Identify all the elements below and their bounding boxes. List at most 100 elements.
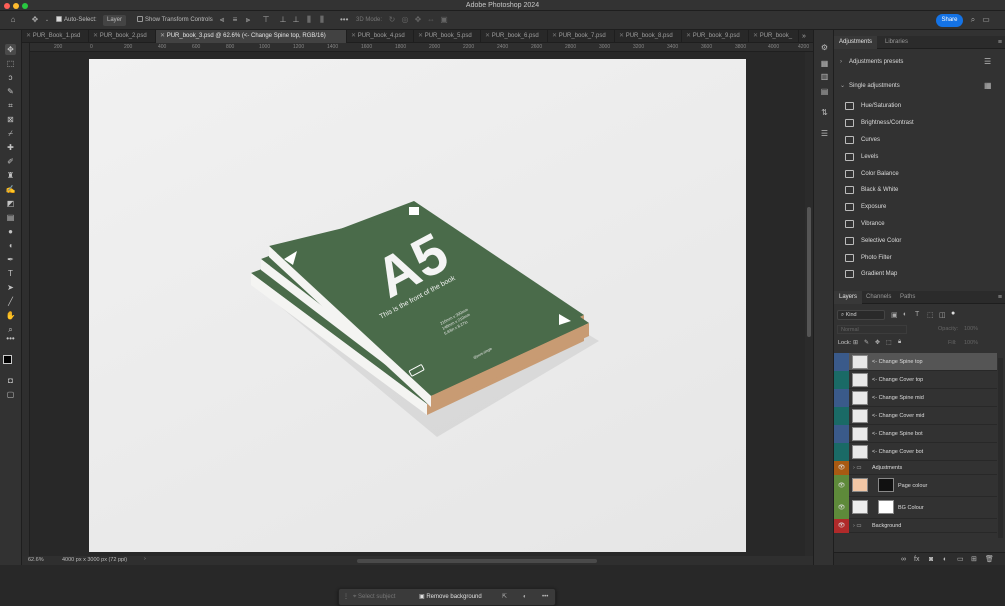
tab-book-3[interactable]: ✕ PUR_book_3.psd @ 62.6% (<- Change Spin… (156, 30, 347, 43)
quick-mask-icon[interactable]: ◘ (5, 375, 16, 386)
tab-book-9[interactable]: ✕ PUR_book_9.psd (682, 30, 749, 43)
layer-style-icon[interactable]: fx (914, 556, 921, 563)
lasso-tool-icon[interactable]: ↄ (5, 72, 16, 83)
stamp-tool-icon[interactable]: ♜ (5, 170, 16, 181)
distribute-v-icon[interactable]: ⫼ (318, 16, 326, 24)
fill-field[interactable]: 100% (964, 340, 978, 346)
3d-pan-icon[interactable]: ✥ (414, 16, 422, 24)
align-top-icon[interactable]: ⊤ (262, 16, 270, 24)
folder-icon[interactable]: › ▭ (853, 519, 862, 533)
visibility-eye-icon[interactable] (834, 443, 849, 461)
more-options-icon[interactable]: ••• (542, 593, 548, 602)
tab-book-5[interactable]: ✕ PUR_book_5.psd (414, 30, 481, 43)
panel-menu-icon[interactable]: ≡ (998, 39, 1002, 46)
align-left-icon[interactable]: ⫷ (218, 16, 226, 24)
auto-select-dropdown[interactable]: Layer (103, 15, 127, 26)
layer-row[interactable]: <- Change Cover top (834, 371, 997, 389)
brush-tool-icon[interactable]: ✐ (5, 156, 16, 167)
drag-handle-icon[interactable]: ⋮ (343, 593, 349, 602)
eyedropper-tool-icon[interactable]: ⌿ (5, 128, 16, 139)
link-layers-icon[interactable]: ∞ (901, 556, 908, 563)
line-tool-icon[interactable]: ╱ (5, 296, 16, 307)
search-icon[interactable]: ⌕ (969, 16, 977, 24)
vertical-scrollbar[interactable] (805, 52, 813, 556)
panel-menu-icon[interactable]: ≡ (998, 294, 1002, 301)
tab-layers[interactable]: Layers (834, 291, 863, 304)
visibility-eye-icon[interactable] (834, 389, 849, 407)
3d-rotate-icon[interactable]: ↻ (388, 16, 396, 24)
visibility-eye-icon[interactable]: 👁︎ (834, 497, 849, 519)
dodge-tool-icon[interactable]: ◖ (5, 240, 16, 251)
3d-slide-icon[interactable]: ⇔ (427, 16, 435, 24)
layer-row[interactable]: <- Change Cover bot (834, 443, 997, 461)
move-tool-icon[interactable]: ✥ (5, 44, 16, 55)
more-tools-icon[interactable]: ••• (5, 333, 16, 344)
tab-adjustments[interactable]: Adjustments (834, 36, 878, 49)
distribute-icon[interactable]: ⫼ (305, 16, 313, 24)
adj-brightness-contrast[interactable]: Brightness/Contrast (834, 115, 1005, 131)
layer-row[interactable]: 👁︎ Page colour (834, 475, 997, 497)
brush-settings-icon[interactable]: ⇅ (819, 107, 830, 118)
blur-tool-icon[interactable]: ● (5, 226, 16, 237)
adjustments-icon[interactable]: ☰ (819, 128, 830, 139)
type-tool-icon[interactable]: T (5, 268, 16, 279)
adj-selective-color[interactable]: Selective Color (834, 233, 1005, 249)
mask-thumbnail[interactable] (878, 500, 894, 514)
visibility-eye-icon[interactable] (834, 353, 849, 371)
filter-smart-icon[interactable]: ◫ (939, 311, 946, 319)
pen-tool-icon[interactable]: ✒ (5, 254, 16, 265)
blend-mode-dropdown[interactable]: Normal (837, 325, 907, 334)
share-button[interactable]: Share (936, 14, 963, 27)
list-view-icon[interactable]: ☰ (984, 55, 991, 69)
foreground-color-swatch[interactable] (3, 355, 12, 364)
tab-book-4[interactable]: ✕ PUR_book_4.psd (347, 30, 414, 43)
learn-icon[interactable]: ⚙ (819, 42, 830, 53)
visibility-eye-icon[interactable] (834, 425, 849, 443)
auto-select-toggle[interactable]: Auto-Select: (56, 15, 97, 26)
folder-icon[interactable]: › ▭ (853, 461, 862, 475)
opacity-field[interactable]: 100% (964, 326, 978, 332)
properties-icon[interactable]: ▥ (819, 71, 830, 82)
scroll-thumb[interactable] (807, 207, 811, 337)
layer-row[interactable]: <- Change Spine mid (834, 389, 997, 407)
layer-row[interactable]: <- Change Cover mid (834, 407, 997, 425)
move-tool-icon[interactable]: ✥ (31, 16, 39, 24)
new-adjustment-layer-icon[interactable]: ◐ (943, 556, 950, 563)
adj-hue-saturation[interactable]: Hue/Saturation (834, 98, 1005, 114)
filter-shape-icon[interactable]: ⬚ (927, 311, 934, 319)
grid-view-icon[interactable]: ▦ (984, 79, 992, 93)
libraries-icon[interactable]: ▤ (819, 86, 830, 97)
adjustment-icon[interactable]: ◐ (523, 593, 527, 602)
adj-photo-filter[interactable]: Photo Filter (834, 250, 1005, 266)
visibility-eye-icon[interactable]: 👁︎ (834, 519, 849, 533)
layer-row[interactable]: 👁︎ BG Colour (834, 497, 997, 519)
tab-book-1[interactable]: ✕ PUR_Book_1.psd (22, 30, 89, 43)
home-icon[interactable]: ⌂ (9, 16, 17, 24)
filter-adjustment-icon[interactable]: ◐ (903, 311, 907, 318)
select-subject-button[interactable]: ⌖ Select subject (353, 593, 395, 602)
align-bottom-icon[interactable]: ⊥ (292, 16, 300, 24)
transform-icon[interactable]: ⇱ (502, 593, 507, 602)
swatches-icon[interactable]: ▦ (819, 58, 830, 69)
layer-row[interactable]: 👁︎ › ▭ Background (834, 519, 997, 533)
adj-curves[interactable]: Curves (834, 132, 1005, 148)
lock-move-icon[interactable]: ✥ (875, 339, 880, 346)
filter-pixel-icon[interactable]: ▣ (891, 311, 898, 319)
crop-tool-icon[interactable]: ⌗ (5, 100, 16, 111)
adj-color-balance[interactable]: Color Balance (834, 166, 1005, 182)
document-canvas[interactable]: A5 This is the front of the book 210mm x… (89, 59, 746, 552)
adj-black-white[interactable]: Black & White (834, 182, 1005, 198)
adj-gradient-map[interactable]: Gradient Map (834, 266, 1005, 282)
layer-row[interactable]: 👁︎ › ▭ Adjustments (834, 461, 997, 475)
more-options-icon[interactable]: ••• (340, 16, 348, 24)
healing-tool-icon[interactable]: ✚ (5, 142, 16, 153)
chevron-right-icon[interactable]: › (144, 556, 146, 562)
tab-channels[interactable]: Channels (861, 291, 896, 304)
horizontal-scrollbar[interactable] (357, 559, 597, 563)
tab-book-6[interactable]: ✕ PUR_book_6.psd (481, 30, 548, 43)
new-layer-icon[interactable]: ⊞ (971, 556, 978, 563)
layer-filter-dropdown[interactable]: ⌕ Kind (837, 310, 885, 320)
align-vcenter-icon[interactable]: ⊥ (279, 16, 287, 24)
hand-tool-icon[interactable]: ✋ (5, 310, 16, 321)
workspace-icon[interactable]: ▭ (982, 16, 990, 24)
